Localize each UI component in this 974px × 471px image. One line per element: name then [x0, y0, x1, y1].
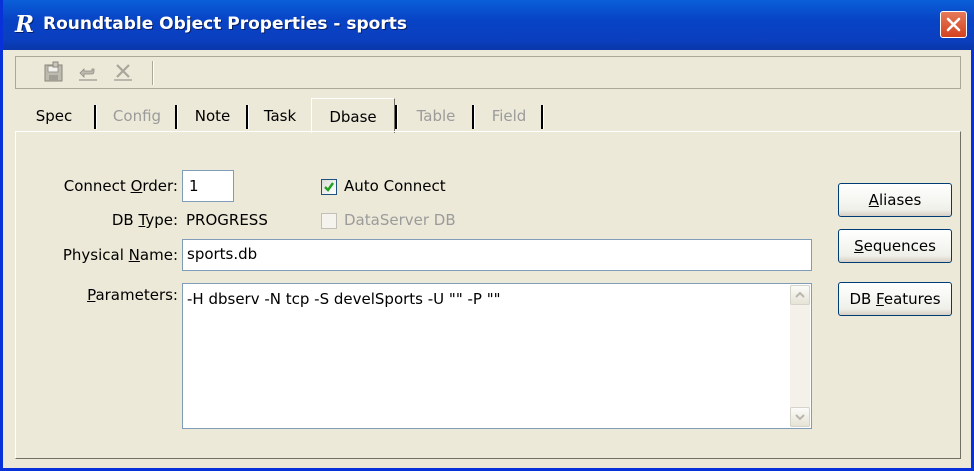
save-button[interactable]: [42, 61, 66, 85]
parameters-label: Parameters:: [87, 286, 178, 304]
delete-button[interactable]: [111, 61, 135, 85]
chevron-down-icon: [795, 414, 805, 421]
tab-note[interactable]: Note: [180, 101, 245, 131]
auto-connect-label: Auto Connect: [344, 177, 446, 195]
dataserver-db-label: DataServer DB: [344, 211, 456, 229]
aliases-button[interactable]: Aliases: [838, 183, 952, 217]
tab-divider: [246, 105, 249, 129]
tab-divider: [541, 105, 544, 129]
parameters-scrollbar[interactable]: [790, 285, 810, 427]
tab-divider: [94, 105, 97, 129]
db-features-button[interactable]: DB Features: [838, 282, 952, 316]
delete-icon: [114, 64, 132, 81]
tab-table[interactable]: Table: [400, 101, 472, 131]
chevron-up-icon: [795, 291, 805, 298]
toolbar: [15, 56, 961, 89]
physical-name-field[interactable]: sports.db: [182, 239, 812, 271]
undo-icon: [79, 68, 97, 81]
close-button[interactable]: [940, 11, 967, 38]
close-icon: [946, 17, 961, 32]
connect-order-label: Connect Order:: [63, 177, 178, 195]
sequences-button[interactable]: Sequences: [838, 229, 952, 263]
dbase-panel: Connect Order: 1 Auto Connect DB Type: P…: [15, 131, 961, 459]
save-icon: [44, 61, 63, 82]
scroll-down-button[interactable]: [790, 407, 810, 427]
window-title: Roundtable Object Properties - sports: [43, 14, 407, 34]
tab-dbase[interactable]: Dbase: [311, 98, 395, 133]
tab-divider: [175, 105, 178, 129]
checkmark-icon: [324, 182, 334, 192]
parameters-text: -H dbserv -N tcp -S develSports -U "" -P…: [187, 290, 501, 308]
dataserver-db-checkbox[interactable]: [321, 213, 337, 229]
physical-name-label: Physical Name:: [62, 246, 178, 264]
parameters-textarea[interactable]: -H dbserv -N tcp -S develSports -U "" -P…: [182, 283, 812, 429]
toolbar-separator: [152, 61, 154, 85]
properties-window: R Roundtable Object Properties - sports: [0, 0, 974, 471]
tab-task[interactable]: Task: [251, 101, 309, 131]
tab-divider: [395, 105, 398, 129]
tab-divider: [472, 105, 475, 129]
title-bar[interactable]: R Roundtable Object Properties - sports: [3, 0, 974, 50]
db-type-value: PROGRESS: [186, 211, 268, 229]
roundtable-app-icon: R: [15, 11, 35, 38]
db-type-label: DB Type:: [111, 211, 178, 229]
scroll-up-button[interactable]: [790, 285, 810, 305]
tab-field[interactable]: Field: [477, 101, 541, 131]
auto-connect-checkbox[interactable]: [321, 179, 337, 195]
connect-order-field[interactable]: 1: [182, 170, 234, 202]
tab-config[interactable]: Config: [99, 101, 175, 131]
undo-button[interactable]: [76, 61, 100, 85]
tab-spec[interactable]: Spec: [15, 101, 93, 131]
